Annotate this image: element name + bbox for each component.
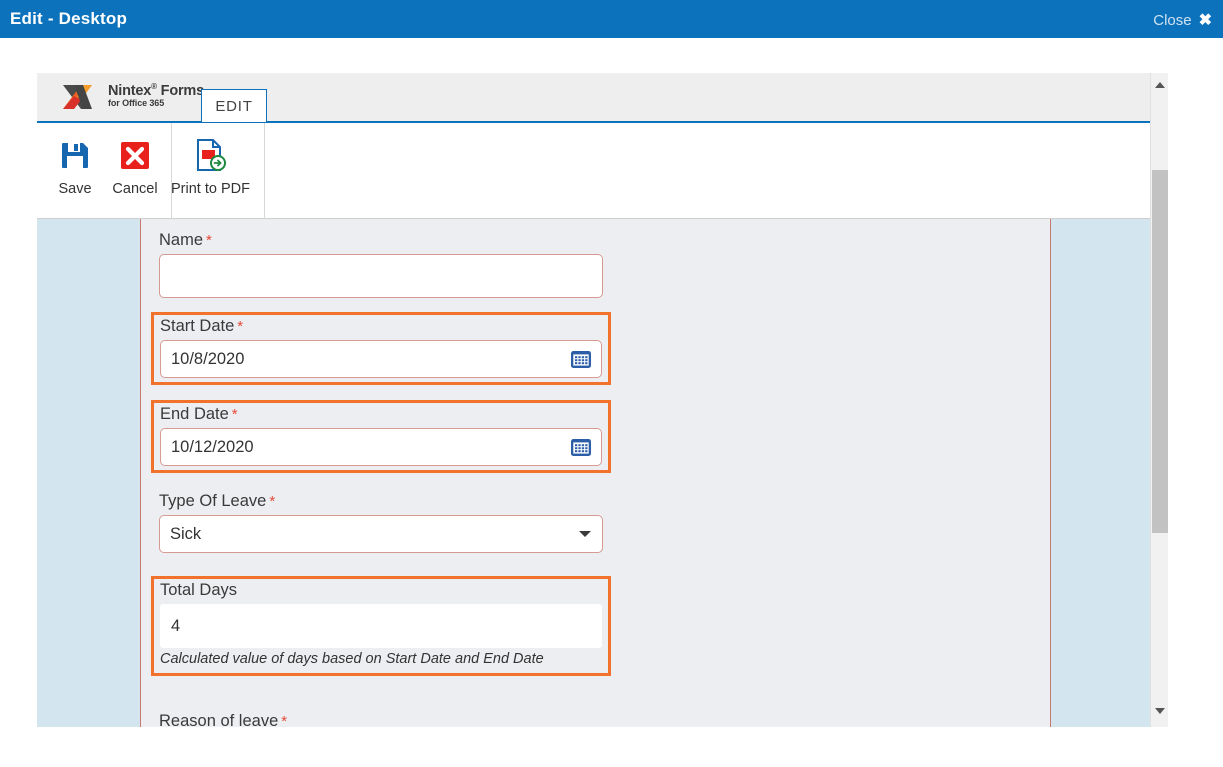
total-days-value — [160, 604, 602, 648]
brand-product: Forms — [160, 83, 205, 100]
save-floppy-icon — [55, 135, 95, 175]
cancel-button[interactable]: Cancel — [105, 135, 165, 197]
type-of-leave-select[interactable] — [159, 515, 603, 553]
vertical-scrollbar[interactable] — [1150, 73, 1168, 727]
ribbon-header: Nintex® Forms for Office 365 EDIT — [37, 73, 1168, 123]
field-end-date: End Date * — [151, 400, 611, 473]
required-marker: * — [237, 318, 244, 335]
field-start-date: Start Date * — [151, 312, 611, 385]
form-left-margin — [37, 219, 140, 727]
end-date-input[interactable] — [160, 428, 602, 466]
scroll-up-arrow[interactable] — [1151, 76, 1168, 93]
start-date-input[interactable] — [160, 340, 602, 378]
scroll-down-arrow[interactable] — [1151, 702, 1168, 719]
close-icon: ✖ — [1198, 12, 1212, 29]
print-to-pdf-icon — [190, 135, 230, 175]
print-to-pdf-button[interactable]: Print to PDF — [165, 135, 256, 197]
chevron-down-icon[interactable] — [579, 531, 591, 537]
total-days-helper-text: Calculated value of days based on Start … — [160, 651, 544, 667]
nintex-logo: Nintex® Forms for Office 365 — [61, 78, 204, 116]
required-marker: * — [281, 713, 288, 727]
end-date-control — [160, 428, 602, 466]
tab-edit[interactable]: EDIT — [201, 89, 267, 122]
field-total-days-label: Total Days — [160, 581, 238, 599]
brand-trademark: ® — [151, 82, 157, 92]
form-panel: Name * Start Date * 10/8/2020 End Date *… — [140, 219, 1051, 727]
field-reason-of-leave-label: Reason of leave * — [159, 712, 603, 727]
brand-tagline: for Office 365 — [108, 98, 165, 109]
field-start-date-label: Start Date * — [160, 317, 244, 335]
calendar-icon[interactable] — [570, 437, 592, 457]
field-type-of-leave: Type Of Leave * — [151, 488, 611, 559]
print-to-pdf-button-label: Print to PDF — [171, 181, 250, 197]
cancel-button-label: Cancel — [112, 181, 158, 197]
window-titlebar: Edit - Desktop Close ✖ — [0, 0, 1223, 38]
form-right-margin — [1051, 219, 1155, 727]
toolbar-group-actions: Save Cancel — [45, 123, 172, 218]
save-button[interactable]: Save — [45, 135, 105, 197]
form-body: Name * Start Date * 10/8/2020 End Date *… — [37, 219, 1168, 727]
form-window: Nintex® Forms for Office 365 EDIT Save C… — [37, 73, 1168, 727]
type-of-leave-control — [159, 515, 603, 553]
close-label: Close — [1153, 12, 1192, 29]
field-total-days: Total Days Calculated value of days base… — [151, 576, 611, 676]
nintex-logo-text: Nintex® Forms for Office 365 — [108, 83, 204, 110]
start-date-control — [160, 340, 602, 378]
field-name-label: Name * — [159, 231, 212, 249]
cancel-x-icon — [115, 135, 155, 175]
required-marker: * — [269, 493, 276, 510]
window-title: Edit - Desktop — [10, 9, 128, 28]
scrollbar-thumb[interactable] — [1152, 170, 1168, 533]
field-name: Name * — [151, 227, 611, 304]
required-marker: * — [231, 406, 238, 423]
nintex-logo-mark-icon — [61, 83, 101, 111]
field-reason-of-leave: Reason of leave * — [151, 708, 611, 727]
save-button-label: Save — [58, 181, 92, 197]
close-button[interactable]: Close ✖ — [1153, 10, 1212, 30]
required-marker: * — [206, 232, 212, 249]
name-input[interactable] — [159, 254, 603, 298]
field-type-of-leave-label: Type Of Leave * — [159, 492, 276, 510]
brand-name: Nintex — [108, 83, 152, 100]
toolbar-group-print: Print to PDF — [157, 123, 265, 218]
calendar-icon[interactable] — [570, 349, 592, 369]
field-end-date-label: End Date * — [160, 405, 238, 423]
ribbon-toolbar: Save Cancel Print to PDF — [37, 123, 1168, 219]
